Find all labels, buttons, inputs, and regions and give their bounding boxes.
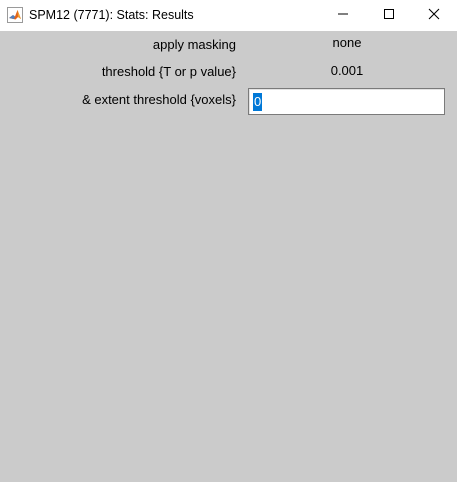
apply-masking-value: none xyxy=(332,35,362,50)
extent-threshold-label: & extent threshold {voxels} xyxy=(82,92,236,107)
close-button[interactable] xyxy=(411,0,457,31)
extent-threshold-input[interactable]: 0 xyxy=(248,88,445,115)
extent-threshold-selected-value[interactable]: 0 xyxy=(253,93,263,111)
minimize-icon xyxy=(337,7,349,25)
results-panel: apply masking none threshold {T or p val… xyxy=(0,31,457,482)
maximize-icon xyxy=(383,7,395,25)
spm-results-window: SPM12 (7771): Stats: Results apply maski… xyxy=(0,0,457,482)
window-title: SPM12 (7771): Stats: Results xyxy=(29,8,194,22)
maximize-button[interactable] xyxy=(366,0,412,31)
apply-masking-label: apply masking xyxy=(152,37,236,52)
matlab-icon xyxy=(7,7,23,23)
threshold-label: threshold {T or p value} xyxy=(101,64,236,79)
title-bar[interactable]: SPM12 (7771): Stats: Results xyxy=(0,0,457,31)
close-icon xyxy=(428,7,440,25)
threshold-value: 0.001 xyxy=(330,63,364,78)
minimize-button[interactable] xyxy=(320,0,366,31)
